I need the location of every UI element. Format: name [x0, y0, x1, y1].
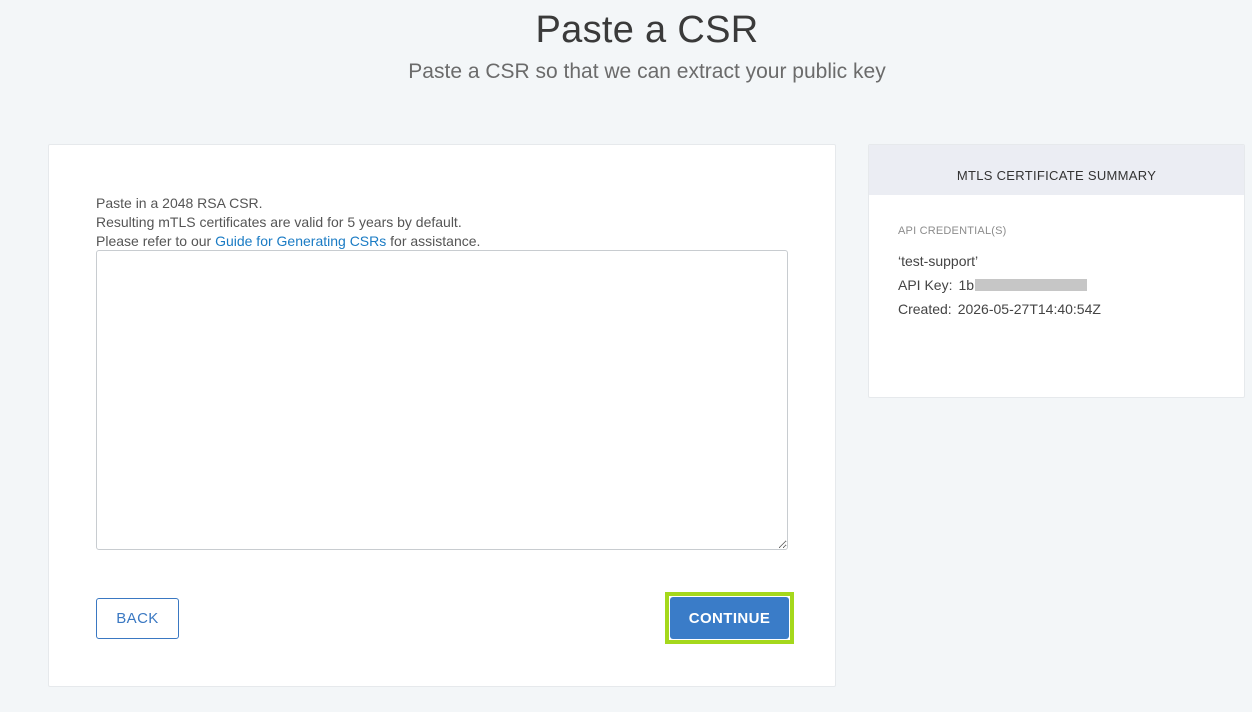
summary-body: API CREDENTIAL(S) ‘test-support’ API Key…: [869, 195, 1244, 321]
instructions: Paste in a 2048 RSA CSR. Resulting mTLS …: [96, 194, 480, 251]
instruction-validity: Resulting mTLS certificates are valid fo…: [96, 214, 462, 230]
instruction-guide-prefix: Please refer to our: [96, 233, 216, 249]
csr-form-card: Paste in a 2048 RSA CSR. Resulting mTLS …: [48, 144, 836, 687]
created-value: 2026-05-27T14:40:54Z: [957, 301, 1101, 317]
credential-name: ‘test-support’: [898, 253, 979, 269]
csr-textarea[interactable]: [96, 250, 788, 550]
instruction-guide-suffix: for assistance.: [386, 233, 481, 249]
redaction-bar: [975, 279, 1088, 291]
guide-link[interactable]: Guide for Generating CSRs: [215, 233, 386, 249]
instruction-rsa: Paste in a 2048 RSA CSR.: [96, 195, 263, 211]
api-key-value: 1b: [958, 277, 975, 293]
created-row: Created: 2026-05-27T14:40:54Z: [898, 297, 1244, 321]
continue-button[interactable]: CONTINUE: [670, 597, 789, 639]
api-credentials-label: API CREDENTIAL(S): [898, 225, 1007, 237]
created-label: Created:: [898, 301, 952, 317]
back-button[interactable]: BACK: [96, 598, 179, 639]
summary-header: MTLS CERTIFICATE SUMMARY: [869, 145, 1244, 195]
api-key-row: API Key: 1b: [898, 273, 1244, 297]
mtls-summary-card: MTLS CERTIFICATE SUMMARY API CREDENTIAL(…: [868, 144, 1245, 398]
page-subtitle: Paste a CSR so that we can extract your …: [408, 60, 886, 83]
api-key-label: API Key:: [898, 277, 953, 293]
page-title: Paste a CSR: [535, 9, 759, 51]
instruction-guide: Please refer to our Guide for Generating…: [96, 232, 480, 251]
